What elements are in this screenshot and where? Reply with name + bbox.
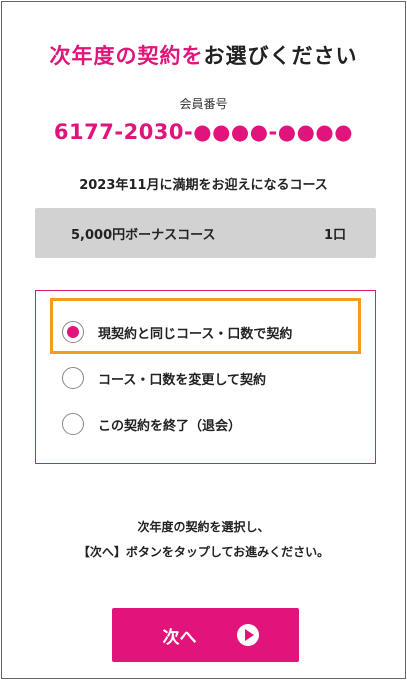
instruction-text: 次年度の契約を選択し、 【次へ】ボタンをタップしてお進みください。 — [2, 515, 405, 565]
radio-selected-icon[interactable] — [62, 321, 84, 343]
option-change-contract[interactable]: コース・口数を変更して契約 — [62, 364, 266, 392]
page-title-accent: 次年度の契約を — [49, 44, 204, 68]
next-button[interactable]: 次へ — [112, 608, 299, 662]
option-label: この契約を終了（退会） — [98, 418, 242, 434]
contract-options-group: 現契約と同じコース・口数で契約 コース・口数を変更して契約 この契約を終了（退会… — [35, 290, 376, 464]
member-number-value: 6177-2030-●●●●-●●●● — [53, 120, 354, 144]
instruction-line-1: 次年度の契約を選択し、 — [137, 520, 270, 534]
play-circle-icon — [236, 624, 259, 646]
option-end-contract[interactable]: この契約を終了（退会） — [62, 410, 241, 438]
course-name: 5,000円ボーナスコース — [71, 227, 216, 243]
radio-unselected-icon[interactable] — [62, 413, 84, 435]
radio-dot — [67, 326, 79, 338]
option-label: コース・口数を変更して契約 — [98, 372, 266, 388]
member-number-label: 会員番号 — [179, 97, 228, 111]
screen-frame: 次年度の契約をお選びください 会員番号 6177-2030-●●●●-●●●● … — [1, 1, 406, 679]
next-button-label: 次へ — [162, 627, 197, 648]
page-title: 次年度の契約をお選びください — [2, 40, 405, 70]
instruction-line-2: 【次へ】ボタンをタップしてお進みください。 — [77, 545, 330, 559]
page-title-rest: お選びください — [203, 44, 358, 68]
current-course-bar: 5,000円ボーナスコース 1口 — [35, 208, 376, 258]
maturity-notice: 2023年11月に満期をお迎えになるコース — [79, 178, 328, 193]
course-units: 1口 — [323, 227, 346, 243]
option-label: 現契約と同じコース・口数で契約 — [98, 326, 293, 342]
option-same-contract[interactable]: 現契約と同じコース・口数で契約 — [62, 318, 292, 346]
radio-unselected-icon[interactable] — [62, 367, 84, 389]
